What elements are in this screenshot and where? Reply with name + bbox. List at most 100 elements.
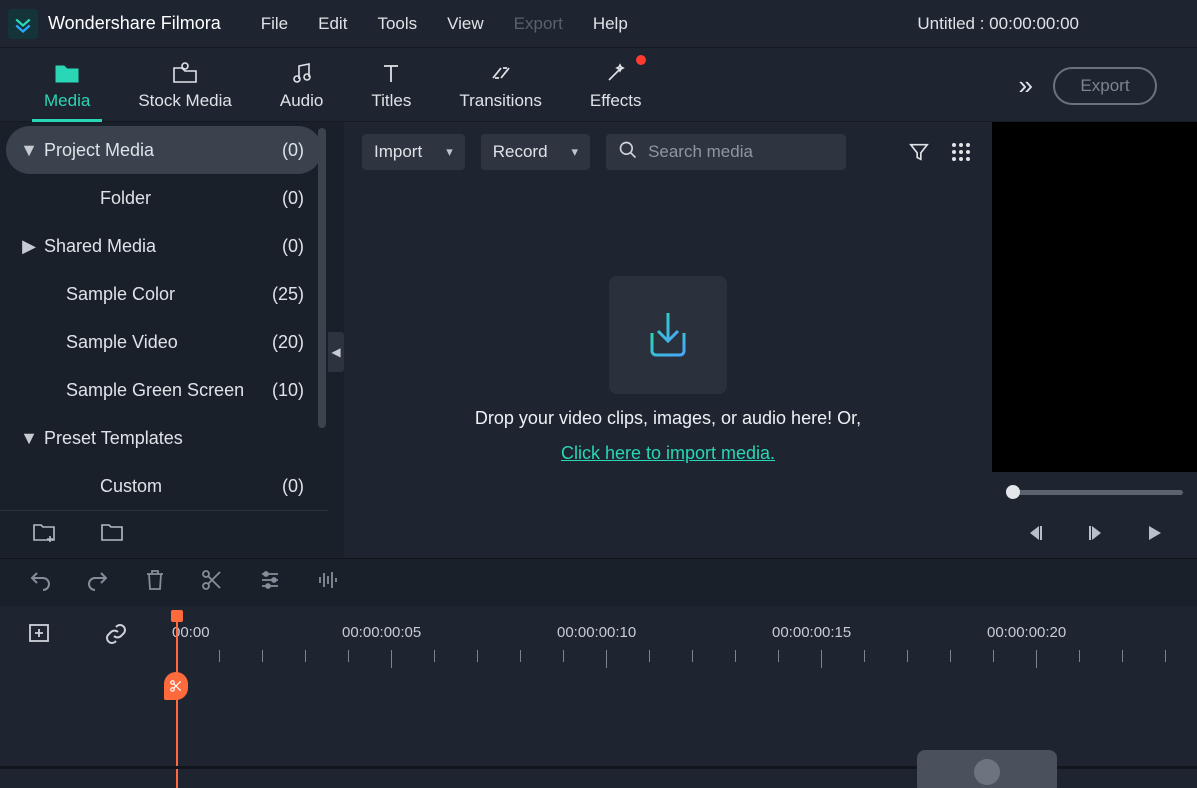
ruler-tick bbox=[907, 650, 908, 662]
tab-label: Stock Media bbox=[138, 91, 232, 111]
tree-count: (0) bbox=[282, 476, 304, 497]
timeline-ruler[interactable]: 00:00 00:00:00:05 00:00:00:10 00:00:00:1… bbox=[176, 616, 1197, 666]
add-track-button[interactable] bbox=[28, 622, 52, 651]
ruler-tick bbox=[1122, 650, 1123, 662]
tree-label: Sample Color bbox=[66, 284, 272, 305]
tree-count: (10) bbox=[272, 380, 304, 401]
record-dropdown[interactable]: Record ▾ bbox=[481, 134, 590, 170]
ruler-tick bbox=[520, 650, 521, 662]
tree-item-shared-media[interactable]: ▶ Shared Media (0) bbox=[6, 222, 322, 270]
preview-controls bbox=[992, 512, 1197, 558]
tree-item-sample-video[interactable]: Sample Video (20) bbox=[6, 318, 322, 366]
menu-bar: Wondershare Filmora File Edit Tools View… bbox=[0, 0, 1197, 48]
ruler-tick-label: 00:00:00:10 bbox=[557, 624, 636, 641]
import-dropdown[interactable]: Import ▾ bbox=[362, 134, 465, 170]
ruler-tick-label: 00:00:00:20 bbox=[987, 624, 1066, 641]
tree-item-custom[interactable]: Custom (0) bbox=[6, 462, 322, 510]
transitions-icon bbox=[489, 59, 513, 87]
tree-footer bbox=[0, 510, 328, 558]
search-icon bbox=[618, 140, 638, 165]
play-button[interactable] bbox=[1145, 524, 1163, 547]
import-media-link[interactable]: Click here to import media. bbox=[561, 443, 775, 464]
search-media-input[interactable] bbox=[648, 142, 834, 162]
tree-item-preset-templates[interactable]: ▼ Preset Templates bbox=[6, 414, 322, 462]
app-title: Wondershare Filmora bbox=[48, 13, 221, 34]
grid-view-button[interactable] bbox=[948, 142, 974, 162]
expand-tabs-button[interactable]: » bbox=[999, 70, 1053, 121]
search-media-box[interactable] bbox=[606, 134, 846, 170]
tab-media[interactable]: Media bbox=[20, 53, 114, 121]
ruler-tick-label: 00:00:00:05 bbox=[342, 624, 421, 641]
music-note-icon bbox=[290, 59, 314, 87]
menu-view[interactable]: View bbox=[447, 14, 484, 34]
filter-button[interactable] bbox=[906, 141, 932, 163]
tab-titles[interactable]: Titles bbox=[347, 53, 435, 121]
menu-help[interactable]: Help bbox=[593, 14, 628, 34]
chevron-down-icon: ▾ bbox=[572, 144, 579, 160]
preview-seek-bar[interactable] bbox=[992, 472, 1197, 512]
tab-label: Effects bbox=[590, 91, 642, 111]
menu-edit[interactable]: Edit bbox=[318, 14, 347, 34]
ruler-tick bbox=[864, 650, 865, 662]
ruler-tick bbox=[606, 650, 607, 668]
menu-file[interactable]: File bbox=[261, 14, 288, 34]
ruler-tick bbox=[262, 650, 263, 662]
tree-label: Preset Templates bbox=[44, 428, 304, 449]
timeline-playhead[interactable] bbox=[176, 610, 178, 788]
prev-frame-button[interactable] bbox=[1027, 524, 1045, 547]
ruler-tick bbox=[649, 650, 650, 662]
notification-badge-icon bbox=[636, 55, 646, 65]
export-button-label: Export bbox=[1080, 76, 1129, 96]
tree-label: Custom bbox=[100, 476, 282, 497]
tree-label: Sample Green Screen bbox=[66, 380, 272, 401]
import-icon bbox=[609, 276, 727, 394]
next-frame-button[interactable] bbox=[1086, 524, 1104, 547]
tab-label: Transitions bbox=[459, 91, 542, 111]
tree-label: Shared Media bbox=[44, 236, 282, 257]
link-button[interactable] bbox=[104, 622, 128, 651]
timeline-toolbar bbox=[0, 558, 1197, 606]
tab-effects[interactable]: Effects bbox=[566, 53, 666, 121]
ruler-tick bbox=[950, 650, 951, 662]
new-folder-button[interactable] bbox=[32, 522, 56, 547]
ruler-tick bbox=[1036, 650, 1037, 668]
tab-stock-media[interactable]: Stock Media bbox=[114, 53, 256, 121]
tab-label: Audio bbox=[280, 91, 323, 111]
folder-icon bbox=[54, 59, 80, 87]
ruler-tick bbox=[219, 650, 220, 662]
tree-count: (0) bbox=[282, 236, 304, 257]
workspace: ▼ Project Media (0) Folder (0) ▶ Shared … bbox=[0, 122, 1197, 558]
text-icon bbox=[380, 59, 402, 87]
media-drop-zone[interactable]: Drop your video clips, images, or audio … bbox=[344, 182, 992, 558]
chevron-down-icon: ▼ bbox=[20, 140, 38, 161]
clip-thumbnail[interactable] bbox=[917, 750, 1057, 788]
tab-transitions[interactable]: Transitions bbox=[435, 53, 566, 121]
menu-tools[interactable]: Tools bbox=[377, 14, 417, 34]
record-label: Record bbox=[493, 142, 548, 162]
tab-label: Titles bbox=[371, 91, 411, 111]
delete-button[interactable] bbox=[144, 568, 166, 597]
export-button[interactable]: Export bbox=[1053, 67, 1157, 105]
tab-audio[interactable]: Audio bbox=[256, 53, 347, 121]
menu-export: Export bbox=[514, 14, 563, 34]
ruler-tick bbox=[735, 650, 736, 662]
split-button[interactable] bbox=[200, 568, 224, 597]
tree-count: (20) bbox=[272, 332, 304, 353]
panel-collapse-handle[interactable]: ◀ bbox=[328, 122, 344, 558]
slider-thumb[interactable] bbox=[1006, 485, 1020, 499]
adjust-button[interactable] bbox=[258, 569, 282, 596]
tree-item-sample-color[interactable]: Sample Color (25) bbox=[6, 270, 322, 318]
redo-button[interactable] bbox=[86, 569, 110, 596]
folder-button[interactable] bbox=[100, 522, 124, 547]
project-title: Untitled : 00:00:00:00 bbox=[917, 14, 1079, 34]
undo-button[interactable] bbox=[28, 569, 52, 596]
audio-mixer-button[interactable] bbox=[316, 569, 340, 596]
tree-item-folder[interactable]: Folder (0) bbox=[6, 174, 322, 222]
ruler-tick bbox=[563, 650, 564, 662]
slider-track bbox=[1006, 490, 1183, 495]
timeline-panel[interactable]: 00:00 00:00:00:05 00:00:00:10 00:00:00:1… bbox=[0, 606, 1197, 788]
tree-item-project-media[interactable]: ▼ Project Media (0) bbox=[6, 126, 322, 174]
tree-scrollbar[interactable] bbox=[318, 128, 326, 428]
preview-panel bbox=[992, 122, 1197, 558]
tree-item-sample-green-screen[interactable]: Sample Green Screen (10) bbox=[6, 366, 322, 414]
